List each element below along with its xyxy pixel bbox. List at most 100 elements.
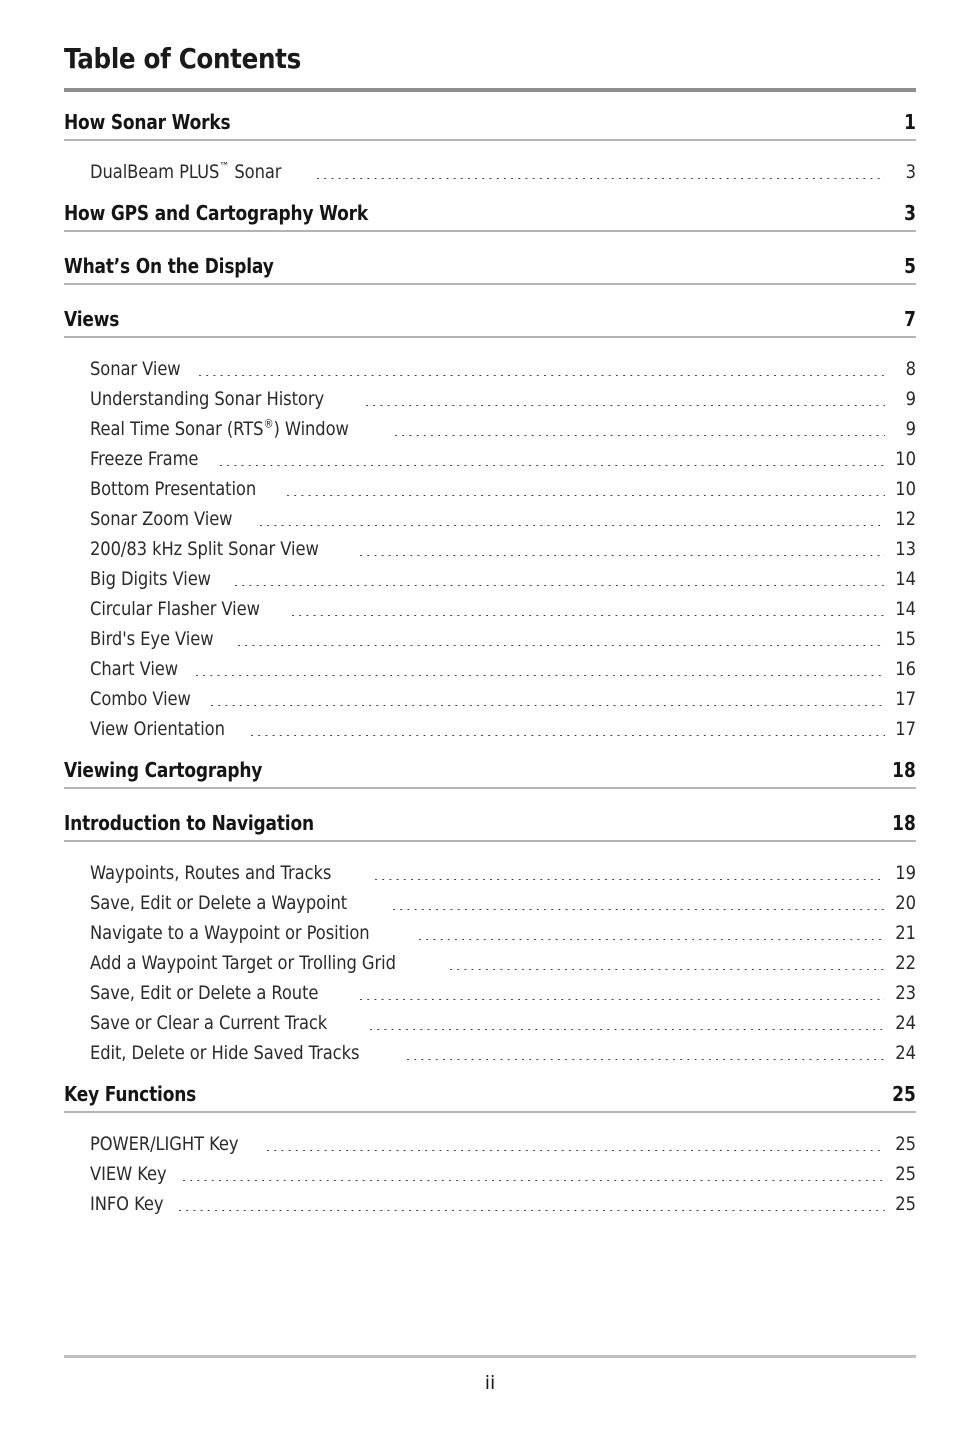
toc-entry-title: Navigate to a Waypoint or Position [90, 921, 370, 944]
toc-entry-title: Views [64, 306, 120, 331]
toc-heading-entry[interactable]: Views 7 [64, 307, 916, 331]
toc-entry-title: What’s On the Display [64, 253, 274, 278]
toc-heading-entry[interactable]: What’s On the Display 5 [64, 254, 916, 278]
toc-entry-title: INFO Key [90, 1192, 164, 1215]
toc-entry-title: Key Functions [64, 1081, 197, 1106]
toc-entry-title: Bird's Eye View [90, 627, 214, 650]
toc-heading-entry[interactable]: How GPS and Cartography Work 3 [64, 201, 916, 225]
toc-sub-entry[interactable]: Freeze Frame 10 [90, 448, 916, 470]
toc-entry-title: Bottom Presentation [90, 477, 257, 500]
footer-divider [64, 1355, 916, 1358]
toc-entry-page-number: 25 [895, 1132, 916, 1155]
toc-sub-entry[interactable]: Bird's Eye View 15 [90, 628, 916, 650]
toc-entry-page-number: 14 [895, 597, 916, 620]
toc-sub-entry[interactable]: Real Time Sonar (RTS®) Window 9 [90, 418, 916, 440]
dot-leader [287, 494, 885, 496]
toc-sub-entry[interactable]: POWER/LIGHT Key 25 [90, 1133, 916, 1155]
toc-entry-page-number: 1 [904, 109, 916, 134]
dot-leader [220, 464, 885, 466]
toc-entry-title: Edit, Delete or Hide Saved Tracks [90, 1041, 360, 1064]
toc-sub-entry[interactable]: Edit, Delete or Hide Saved Tracks 24 [90, 1042, 916, 1064]
dot-leader [359, 554, 885, 556]
toc-entry-title: DualBeam PLUS™ Sonar [90, 159, 282, 183]
toc-sub-entry[interactable]: Sonar View 8 [90, 358, 916, 380]
dot-leader [407, 1058, 885, 1060]
toc-entry-page-number: 21 [895, 921, 916, 944]
dot-leader [359, 998, 885, 1000]
toc-sub-entry[interactable]: Understanding Sonar History 9 [90, 388, 916, 410]
toc-sub-entry[interactable]: Add a Waypoint Target or Trolling Grid 22 [90, 952, 916, 974]
toc-sub-entry[interactable]: Big Digits View 14 [90, 568, 916, 590]
dot-leader [196, 674, 885, 676]
toc-entry-title: Save or Clear a Current Track [90, 1011, 328, 1034]
toc-sub-entry[interactable]: VIEW Key 25 [90, 1163, 916, 1185]
toc-entry-title: Understanding Sonar History [90, 387, 325, 410]
toc-sub-entry[interactable]: Save, Edit or Delete a Waypoint 20 [90, 892, 916, 914]
toc-entry-title: Sonar View [90, 357, 181, 380]
toc-content: Table of Contents How Sonar Works 1 DualBe… [64, 42, 916, 1215]
dot-leader [374, 878, 885, 880]
dot-leader [237, 644, 885, 646]
dot-leader [369, 1028, 885, 1030]
toc-sub-entry[interactable]: INFO Key 25 [90, 1193, 916, 1215]
toc-entry-page-number: 3 [905, 160, 916, 183]
toc-entry-page-number: 17 [895, 687, 916, 710]
toc-sub-entry[interactable]: Sonar Zoom View 12 [90, 508, 916, 530]
dot-leader [419, 938, 885, 940]
footer-page-number: ii [484, 1372, 496, 1394]
toc-entry-title: How Sonar Works [64, 109, 231, 134]
toc-entry-page-number: 9 [905, 417, 916, 440]
dot-leader [366, 404, 885, 406]
toc-entry-title: Viewing Cartography [64, 757, 263, 782]
toc-sub-entry[interactable]: Chart View 16 [90, 658, 916, 680]
dot-leader [183, 1179, 885, 1181]
toc-list: How Sonar Works 1 DualBeam PLUS™ Sonar 3 How… [64, 110, 916, 1215]
dot-leader [291, 614, 885, 616]
toc-entry-title: View Orientation [90, 717, 225, 740]
toc-sub-entry[interactable]: Bottom Presentation 10 [90, 478, 916, 500]
toc-heading-entry[interactable]: Introduction to Navigation 18 [64, 811, 916, 835]
toc-entry-title: Circular Flasher View [90, 597, 260, 620]
toc-entry-page-number: 10 [895, 447, 916, 470]
toc-entry-page-number: 7 [904, 306, 916, 331]
toc-entry-page-number: 25 [892, 1081, 916, 1106]
toc-sub-entry[interactable]: 200/83 kHz Split Sonar View 13 [90, 538, 916, 560]
toc-sub-entry[interactable]: Navigate to a Waypoint or Position 21 [90, 922, 916, 944]
toc-heading-entry[interactable]: Key Functions 25 [64, 1082, 916, 1106]
toc-entry-title: Chart View [90, 657, 179, 680]
toc-entry-page-number: 24 [895, 1041, 916, 1064]
toc-sub-entry[interactable]: DualBeam PLUS™ Sonar 3 [90, 161, 916, 183]
toc-entry-page-number: 19 [895, 861, 916, 884]
toc-entry-title: Introduction to Navigation [64, 810, 314, 835]
toc-entry-page-number: 23 [895, 981, 916, 1004]
toc-entry-page-number: 22 [895, 951, 916, 974]
toc-sub-entry[interactable]: Circular Flasher View 14 [90, 598, 916, 620]
toc-entry-page-number: 8 [905, 357, 916, 380]
dot-leader [234, 584, 885, 586]
dot-leader [179, 1209, 885, 1211]
toc-sub-entry[interactable]: Combo View 17 [90, 688, 916, 710]
toc-entry-page-number: 20 [895, 891, 916, 914]
toc-entry-page-number: 12 [895, 507, 916, 530]
page-title: Table of Contents [64, 42, 301, 75]
toc-sub-entry[interactable]: View Orientation 17 [90, 718, 916, 740]
toc-entry-page-number: 3 [904, 200, 916, 225]
toc-heading-entry[interactable]: How Sonar Works 1 [64, 110, 916, 134]
toc-entry-page-number: 5 [904, 253, 916, 278]
heading-divider [64, 786, 916, 789]
toc-sub-entry[interactable]: Save or Clear a Current Track 24 [90, 1012, 916, 1034]
toc-entry-title: How GPS and Cartography Work [64, 200, 368, 225]
toc-entry-title: Add a Waypoint Target or Trolling Grid [90, 951, 396, 974]
toc-entry-page-number: 13 [895, 537, 916, 560]
toc-sub-entry[interactable]: Waypoints, Routes and Tracks 19 [90, 862, 916, 884]
toc-sub-entry[interactable]: Save, Edit or Delete a Route 23 [90, 982, 916, 1004]
toc-entry-page-number: 25 [895, 1162, 916, 1185]
toc-heading-entry[interactable]: Viewing Cartography 18 [64, 758, 916, 782]
toc-entry-page-number: 9 [905, 387, 916, 410]
dot-leader [393, 908, 885, 910]
toc-entry-title: POWER/LIGHT Key [90, 1132, 239, 1155]
toc-entry-title: VIEW Key [90, 1162, 167, 1185]
dot-leader [394, 434, 885, 436]
toc-entry-title: Save, Edit or Delete a Waypoint [90, 891, 348, 914]
toc-entry-title: Save, Edit or Delete a Route [90, 981, 319, 1004]
